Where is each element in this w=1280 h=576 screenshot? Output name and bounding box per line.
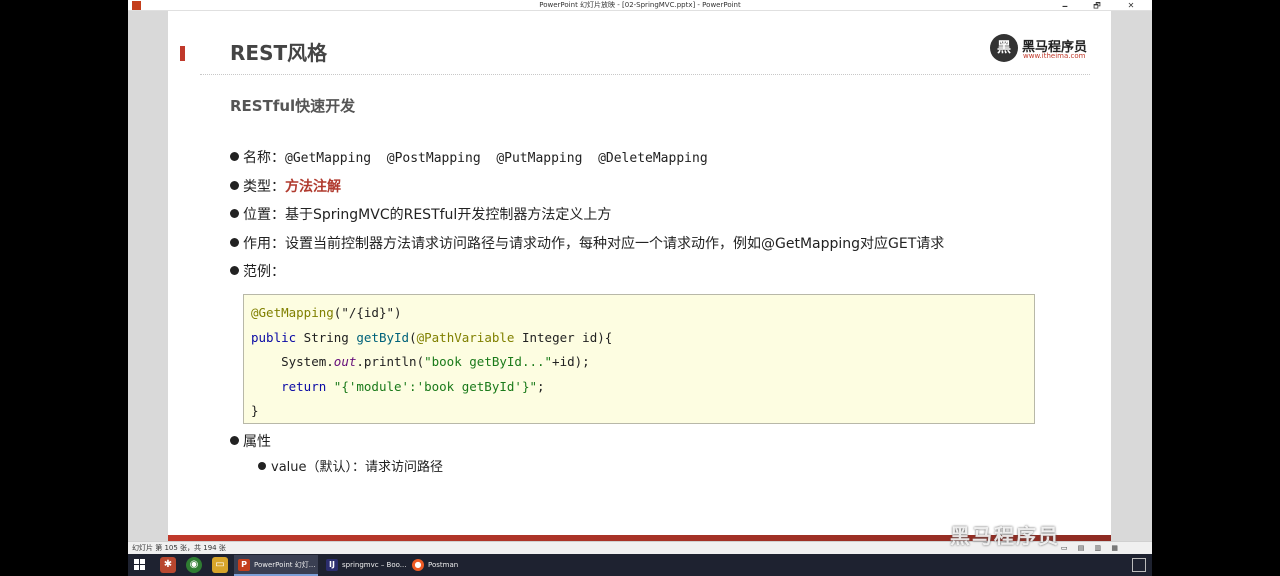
code-text: ("/{id}")	[333, 305, 402, 320]
code-string: "{'module':'book getById'}"	[333, 378, 537, 394]
code-text: .println(	[356, 354, 425, 369]
task-label: Postman	[428, 561, 459, 569]
slide-subtitle: RESTful快速开发	[230, 97, 356, 115]
slide[interactable]: REST风格 黑 黑马程序员 www.itheima.com RESTful快速…	[168, 11, 1111, 541]
task-intellij[interactable]: IJ springmvc – Boo...	[322, 555, 406, 576]
postman-icon: ●	[412, 559, 424, 571]
code-string: "book getById..."	[424, 354, 553, 369]
file-explorer-icon[interactable]: ▭	[212, 557, 228, 573]
bullet-name: 名称：@GetMapping @PostMapping @PutMapping …	[230, 148, 708, 169]
logo-mark-icon: 黑	[990, 34, 1018, 62]
bullet-effect: 作用：设置当前控制器方法请求访问路径与请求动作，每种对应一个请求动作，例如@Ge…	[230, 234, 944, 254]
app-launcher-icon[interactable]: ✱	[160, 557, 176, 573]
intellij-icon: IJ	[326, 559, 338, 571]
code-text: ;	[537, 378, 545, 394]
itheima-logo: 黑 黑马程序员 www.itheima.com	[990, 33, 1090, 63]
task-label: PowerPoint 幻灯...	[254, 561, 316, 569]
slide-title: REST风格	[230, 41, 328, 65]
code-keyword: return	[281, 378, 327, 394]
code-text: Integer id){	[514, 329, 613, 345]
bullet-name-label: 名称：	[243, 150, 285, 166]
chrome-icon[interactable]: ◉	[186, 557, 202, 573]
restore-button[interactable]: 🗗	[1086, 0, 1108, 11]
bullet-dot-icon	[230, 181, 239, 190]
code-example: @GetMapping("/{id}") public String getBy…	[243, 294, 1035, 424]
bullet-example-label: 范例：	[243, 264, 285, 280]
bullet-attributes: 属性	[230, 432, 271, 452]
bullet-dot-icon	[230, 436, 239, 445]
bullet-name-value: @GetMapping @PostMapping @PutMapping @De…	[285, 151, 708, 166]
task-label: springmvc – Boo...	[342, 561, 407, 569]
code-line: public String getById(@PathVariable Inte…	[251, 326, 1027, 351]
code-method: getById	[356, 329, 410, 345]
title-accent-bar	[180, 46, 185, 61]
watermark: 黑马程序员	[950, 524, 1060, 548]
code-line: }	[251, 399, 1027, 424]
bullet-position: 位置：基于SpringMVC的RESTful开发控制器方法定义上方	[230, 205, 611, 225]
task-postman[interactable]: ● Postman	[408, 555, 488, 576]
header-divider	[200, 74, 1090, 75]
bullet-effect-label: 作用：	[243, 236, 285, 252]
bullet-dot-icon	[230, 238, 239, 247]
code-text: System.	[251, 354, 334, 369]
code-field: out	[333, 354, 357, 369]
code-text: }	[251, 403, 259, 418]
sub-bullet-value-text: value（默认）：请求访问路径	[271, 460, 444, 475]
bullet-example: 范例：	[230, 262, 285, 282]
task-powerpoint[interactable]: P PowerPoint 幻灯...	[234, 555, 318, 576]
code-annotation: @GetMapping	[251, 305, 334, 320]
bullet-type: 类型：方法注解	[230, 177, 341, 197]
bullet-type-label: 类型：	[243, 179, 285, 195]
powerpoint-icon: P	[238, 559, 250, 571]
window-title: PowerPoint 幻灯片放映 - [02-SpringMVC.pptx] -…	[539, 1, 741, 9]
sub-bullet-dot-icon	[258, 462, 266, 470]
code-text: (	[409, 329, 417, 345]
bullet-type-value: 方法注解	[285, 179, 341, 195]
title-bar: PowerPoint 幻灯片放映 - [02-SpringMVC.pptx] -…	[128, 0, 1152, 11]
powerpoint-window: PowerPoint 幻灯片放映 - [02-SpringMVC.pptx] -…	[128, 0, 1152, 576]
code-annotation: @PathVariable	[416, 329, 515, 345]
logo-url: www.itheima.com	[1023, 52, 1086, 60]
bullet-dot-icon	[230, 152, 239, 161]
minimize-button[interactable]: 🗕	[1054, 0, 1076, 11]
bullet-dot-icon	[230, 266, 239, 275]
bullet-effect-value: 设置当前控制器方法请求访问路径与请求动作，每种对应一个请求动作，例如@GetMa…	[285, 236, 945, 252]
bullet-position-value: 基于SpringMVC的RESTful开发控制器方法定义上方	[285, 207, 612, 223]
code-keyword: public	[251, 329, 297, 345]
sub-bullet-value: value（默认）：请求访问路径	[258, 459, 443, 477]
code-line: @GetMapping("/{id}")	[251, 301, 1027, 326]
bullet-position-label: 位置：	[243, 207, 285, 223]
notification-icon[interactable]	[1132, 558, 1146, 572]
code-line: System.out.println("book getById..."+id)…	[251, 350, 1027, 375]
taskbar: ✱ ◉ ▭ P PowerPoint 幻灯... IJ springmvc – …	[128, 554, 1152, 576]
windows-start-icon[interactable]	[134, 559, 146, 571]
close-button[interactable]: ✕	[1120, 0, 1142, 11]
code-line: return "{'module':'book getById'}";	[251, 375, 1027, 400]
code-text: String	[296, 329, 357, 345]
bullet-attributes-label: 属性	[243, 434, 271, 450]
code-text: +id);	[552, 354, 590, 369]
bullet-dot-icon	[230, 209, 239, 218]
